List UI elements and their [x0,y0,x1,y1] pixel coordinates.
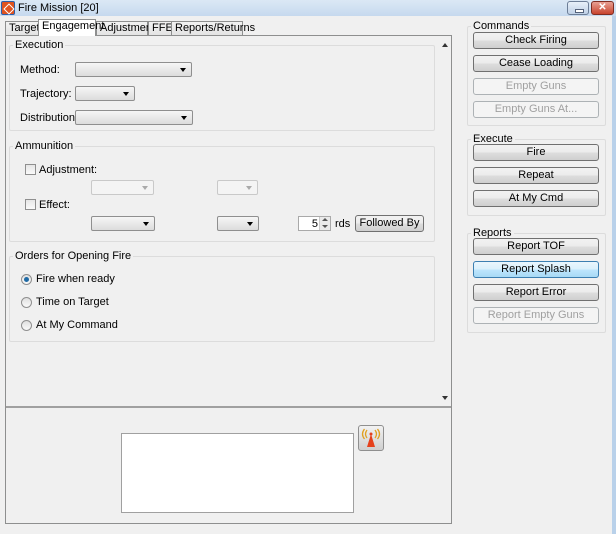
window-title: Fire Mission [20] [18,2,99,14]
chevron-down-icon [180,68,186,72]
execution-title: Execution [13,39,66,51]
tab-target[interactable]: Target [5,21,40,35]
repeat-button[interactable]: Repeat [473,167,599,184]
reports-group: Reports Report TOF Report Splash Report … [467,227,606,333]
minimize-button[interactable] [567,1,589,15]
report-splash-button[interactable]: Report Splash [473,261,599,278]
tab-reports-returns[interactable]: Reports/Returns [171,21,255,35]
time-on-target-radio[interactable] [21,297,32,308]
scroll-up-icon[interactable] [442,43,448,47]
app-icon [1,1,15,15]
fire-when-ready-radio[interactable] [21,274,32,285]
tab-ffe[interactable]: FFE [148,21,173,35]
orders-group: Orders for Opening Fire Fire when ready … [9,250,435,342]
distribution-select[interactable] [75,110,193,125]
close-icon: ✕ [598,2,607,13]
rounds-unit-label: rds [335,218,351,230]
execution-group: Execution Method: Trajectory: Distributi… [9,39,435,131]
adjustment-shell-select[interactable] [91,180,154,195]
effect-checkbox[interactable] [25,199,36,210]
engagement-scroll-area: Execution Method: Trajectory: Distributi… [6,36,451,408]
fire-button[interactable]: Fire [473,144,599,161]
adjustment-checkbox[interactable] [25,164,36,175]
empty-guns-button[interactable]: Empty Guns [473,78,599,95]
report-tof-button[interactable]: Report TOF [473,238,599,255]
tab-engagement[interactable]: Engagement [38,19,104,36]
spin-up-icon[interactable] [322,218,328,221]
followed-by-button[interactable]: Followed By [355,215,424,232]
report-empty-guns-button[interactable]: Report Empty Guns [473,307,599,324]
chevron-down-icon [247,222,253,226]
effect-fuze-select[interactable] [217,216,259,231]
message-textbox[interactable] [121,433,354,513]
fire-when-ready-label: Fire when ready [36,273,115,285]
method-label: Method: [20,64,60,76]
rounds-value: 5 [311,218,318,230]
chevron-down-icon [142,186,148,190]
chevron-down-icon [143,222,149,226]
trajectory-select[interactable] [75,86,135,101]
distribution-label: Distribution: [20,112,79,124]
engagement-panel: Execution Method: Trajectory: Distributi… [5,35,452,524]
effect-label: Effect: [39,199,70,211]
close-button[interactable]: ✕ [591,1,614,15]
trajectory-label: Trajectory: [20,88,72,100]
cease-loading-button[interactable]: Cease Loading [473,55,599,72]
vertical-scrollbar[interactable] [440,36,451,404]
adjustment-fuze-select[interactable] [217,180,258,195]
report-error-button[interactable]: Report Error [473,284,599,301]
chevron-down-icon [123,92,129,96]
minimize-icon [575,9,584,13]
execute-group: Execute Fire Repeat At My Cmd [467,133,606,216]
radio-transmit-button[interactable] [358,425,384,451]
commands-group: Commands Check Firing Cease Loading Empt… [467,20,606,126]
title-bar[interactable]: Fire Mission [20] ✕ [0,0,616,16]
empty-guns-at-button[interactable]: Empty Guns At... [473,101,599,118]
check-firing-button[interactable]: Check Firing [473,32,599,49]
ammunition-title: Ammunition [13,140,76,152]
effect-shell-select[interactable] [91,216,155,231]
orders-title: Orders for Opening Fire [13,250,134,262]
ammunition-group: Ammunition Adjustment: Effect: 5 rds Fol… [9,140,435,242]
fire-mission-window: Fire Mission [20] ✕ Target Engagement Ad… [0,0,616,534]
scroll-down-icon[interactable] [442,396,448,400]
rounds-stepper[interactable]: 5 [298,216,331,231]
commands-title: Commands [471,20,532,32]
rounds-spin-buttons[interactable] [319,217,330,230]
time-on-target-label: Time on Target [36,296,109,308]
at-my-command-label: At My Command [36,319,118,331]
method-select[interactable] [75,62,192,77]
at-my-cmd-button[interactable]: At My Cmd [473,190,599,207]
spin-down-icon[interactable] [322,225,328,228]
chevron-down-icon [246,186,252,190]
radio-tower-icon [361,428,381,447]
adjustment-label: Adjustment: [39,164,98,176]
at-my-command-radio[interactable] [21,320,32,331]
chevron-down-icon [181,116,187,120]
